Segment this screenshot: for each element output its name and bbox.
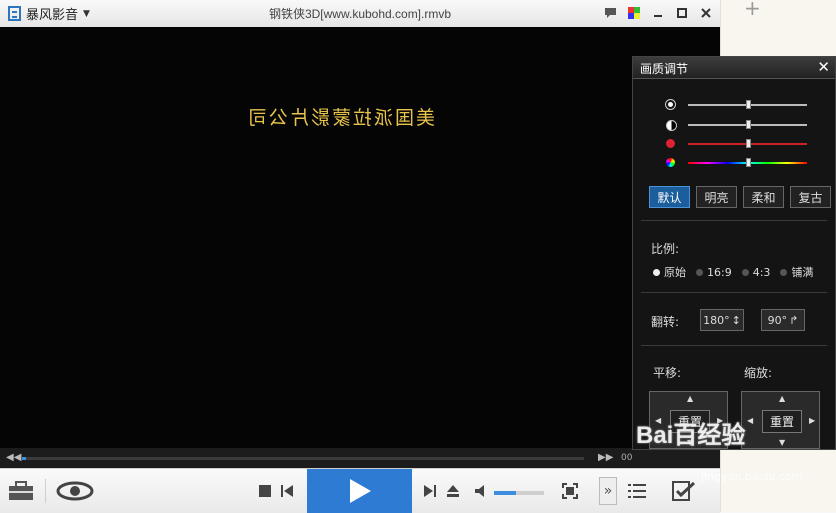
ratio-label: 比例: — [651, 242, 680, 256]
plus-icon[interactable]: + — [744, 0, 761, 20]
maximize-button[interactable] — [674, 5, 690, 21]
volume-slider[interactable] — [494, 491, 544, 495]
ratio-original-radio[interactable] — [653, 268, 660, 276]
stop-icon[interactable] — [259, 485, 271, 497]
flip-label: 翻转: — [651, 315, 680, 329]
divider — [641, 292, 827, 293]
preset-default-button[interactable]: 默认 — [649, 186, 690, 208]
fast-forward-icon[interactable]: ▶▶ — [598, 452, 613, 463]
zoom-pad[interactable]: ▲ ▼ ◀ ▶ 重置 — [741, 391, 820, 449]
rotate-90-label: 90° — [767, 313, 788, 327]
seek-track[interactable] — [22, 457, 584, 460]
ratio-16-9-radio[interactable] — [696, 268, 703, 276]
contrast-track[interactable] — [688, 120, 807, 129]
volume-icon[interactable] — [474, 484, 489, 498]
zoom-right-arrow-icon[interactable]: ▶ — [809, 416, 815, 425]
picture-quality-panel: 画质调节 ✕ 默认 明亮 柔和 复古 比例: 原始 16:9 4:3 铺满 翻转… — [632, 56, 836, 450]
saturation-icon — [666, 139, 675, 148]
zoom-label: 缩放: — [744, 366, 773, 380]
brightness-icon — [668, 102, 673, 107]
ratio-4-3-radio[interactable] — [741, 268, 749, 276]
rewind-icon[interactable]: ◀◀ — [6, 452, 21, 463]
flip-180-label: 180° — [703, 313, 730, 327]
playlist-icon[interactable] — [628, 483, 646, 499]
window-controls — [602, 5, 714, 21]
toolbox-icon[interactable] — [8, 481, 34, 501]
divider — [45, 479, 46, 503]
contrast-icon — [666, 120, 677, 131]
saturation-slider[interactable] — [633, 138, 836, 150]
chat-icon[interactable] — [602, 5, 618, 21]
preset-retro-button[interactable]: 复古 — [790, 186, 831, 208]
video-subtitle: 美国派拉蒙影片公司 — [246, 107, 436, 129]
next-icon[interactable] — [424, 485, 436, 497]
contrast-slider[interactable] — [633, 119, 836, 131]
play-button[interactable] — [307, 469, 412, 513]
panel-title: 画质调节 — [640, 62, 689, 76]
contrast-knob[interactable] — [745, 120, 751, 129]
video-area[interactable]: 美国派拉蒙影片公司 — [0, 27, 720, 448]
previous-icon[interactable] — [281, 485, 293, 497]
control-bar: » — [0, 468, 720, 513]
zoom-up-arrow-icon[interactable]: ▲ — [779, 394, 785, 403]
ratio-4-3-label[interactable]: 4:3 — [753, 266, 771, 279]
video-player: 暴风影音 ▼ 钢铁侠3D[www.kubohd.com].rmvb 美国派拉蒙影… — [0, 0, 720, 513]
hue-slider[interactable] — [633, 157, 836, 169]
rotate-90-button[interactable]: 90° ↱ — [761, 309, 805, 331]
preset-bright-button[interactable]: 明亮 — [696, 186, 737, 208]
preset-group: 默认 明亮 柔和 复古 — [649, 186, 831, 208]
close-button[interactable] — [698, 5, 714, 21]
eject-icon[interactable] — [446, 484, 460, 498]
close-icon[interactable]: ✕ — [817, 58, 830, 76]
expand-panel-button[interactable]: » — [599, 477, 617, 505]
pan-up-arrow-icon[interactable]: ▲ — [687, 394, 693, 403]
hue-track[interactable] — [688, 158, 807, 167]
brightness-knob[interactable] — [745, 100, 751, 109]
watermark-logo: Bai百经验 — [636, 422, 746, 449]
minimize-button[interactable] — [650, 5, 666, 21]
zoom-left-arrow-icon[interactable]: ◀ — [747, 416, 753, 425]
double-chevron-right-icon: » — [603, 483, 613, 499]
pan-label: 平移: — [653, 366, 682, 380]
fullscreen-icon[interactable] — [562, 483, 578, 499]
divider — [641, 345, 827, 346]
vertical-arrows-icon: ↕ — [731, 313, 741, 327]
turn-right-arrow-icon: ↱ — [789, 313, 799, 327]
divider — [641, 220, 827, 221]
volume-level — [494, 491, 516, 495]
ratio-fill-label[interactable]: 铺满 — [791, 264, 813, 280]
brightness-track[interactable] — [688, 100, 807, 109]
hue-icon — [666, 158, 675, 167]
ratio-options: 原始 16:9 4:3 铺满 — [653, 264, 813, 280]
hue-knob[interactable] — [745, 158, 751, 167]
seek-bar[interactable]: ◀◀ ▶▶ 00 — [0, 448, 720, 468]
ratio-original-label[interactable]: 原始 — [664, 264, 686, 280]
checklist-icon[interactable] — [672, 481, 696, 501]
ratio-fill-radio[interactable] — [780, 268, 788, 276]
ratio-16-9-label[interactable]: 16:9 — [707, 266, 732, 279]
zoom-reset-button[interactable]: 重置 — [762, 410, 802, 433]
panel-header: 画质调节 ✕ — [633, 57, 835, 79]
skin-icon[interactable] — [626, 5, 642, 21]
preset-soft-button[interactable]: 柔和 — [743, 186, 784, 208]
saturation-track[interactable] — [688, 139, 807, 148]
flip-180-button[interactable]: 180° ↕ — [700, 309, 744, 331]
time-display: 00 — [621, 453, 633, 463]
saturation-knob[interactable] — [745, 139, 751, 148]
eye-icon[interactable] — [56, 481, 94, 501]
watermark-url: jingyan.baidu.com — [701, 470, 803, 483]
seek-progress — [22, 457, 26, 460]
zoom-down-arrow-icon[interactable]: ▼ — [779, 438, 785, 447]
title-bar: 暴风影音 ▼ 钢铁侠3D[www.kubohd.com].rmvb — [0, 0, 720, 28]
brightness-slider[interactable] — [633, 99, 836, 111]
play-icon — [349, 479, 371, 503]
